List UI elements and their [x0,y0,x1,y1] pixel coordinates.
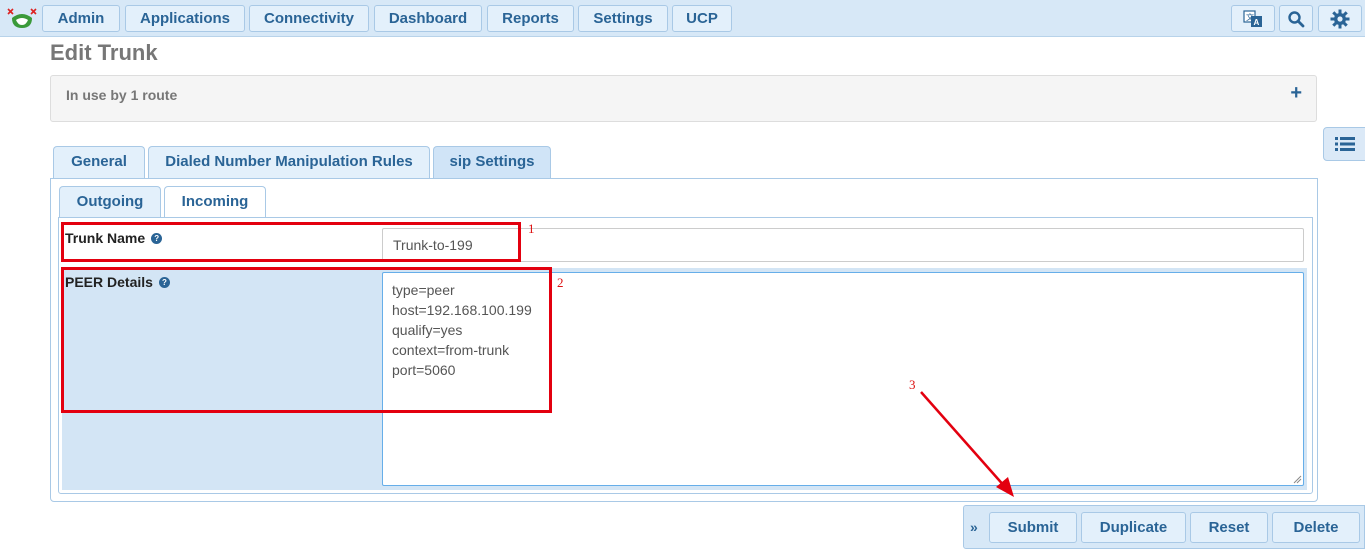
svg-text:A: A [1254,18,1260,27]
gear-icon [1330,9,1350,28]
duplicate-button[interactable]: Duplicate [1081,512,1186,543]
nav-applications[interactable]: Applications [125,5,245,32]
top-nav-bar: Admin Applications Connectivity Dashboar… [0,0,1365,37]
delete-button[interactable]: Delete [1272,512,1360,543]
list-icon [1335,137,1355,151]
usage-text: In use by 1 route [66,87,178,103]
search-icon [1288,10,1305,27]
collapse-chevron-icon[interactable]: » [970,519,978,535]
submit-button[interactable]: Submit [989,512,1077,543]
tab-sip-settings[interactable]: sip Settings [433,146,551,179]
usage-panel[interactable]: In use by 1 route + [50,75,1317,122]
nav-connectivity[interactable]: Connectivity [249,5,369,32]
annotation-label-1: 1 [528,221,535,236]
expand-plus-icon[interactable]: + [1290,82,1302,105]
annotation-box-2 [61,267,552,413]
nav-settings[interactable]: Settings [578,5,668,32]
settings-button[interactable] [1318,5,1362,32]
annotation-label-3: 3 [909,377,916,392]
tab-dialed-number-manipulation-rules[interactable]: Dialed Number Manipulation Rules [148,146,430,178]
reset-button[interactable]: Reset [1190,512,1268,543]
page-title: Edit Trunk [50,40,158,65]
nav-reports[interactable]: Reports [487,5,574,32]
search-button[interactable] [1279,5,1313,32]
subtab-outgoing[interactable]: Outgoing [59,186,161,218]
freepbx-logo-icon[interactable] [4,4,40,32]
annotation-box-1 [61,222,521,262]
subtab-incoming[interactable]: Incoming [164,186,266,218]
side-nav-toggle[interactable] [1323,127,1365,161]
action-bar: » Submit Duplicate Reset Delete [963,505,1365,549]
annotation-label-2: 2 [557,275,564,290]
nav-ucp[interactable]: UCP [672,5,732,32]
language-button[interactable]: 文 A [1231,5,1275,32]
tab-general[interactable]: General [53,146,145,178]
resize-handle-icon[interactable] [1292,474,1302,484]
nav-dashboard[interactable]: Dashboard [374,5,482,32]
nav-admin[interactable]: Admin [42,5,120,32]
translate-icon: 文 A [1243,9,1262,27]
